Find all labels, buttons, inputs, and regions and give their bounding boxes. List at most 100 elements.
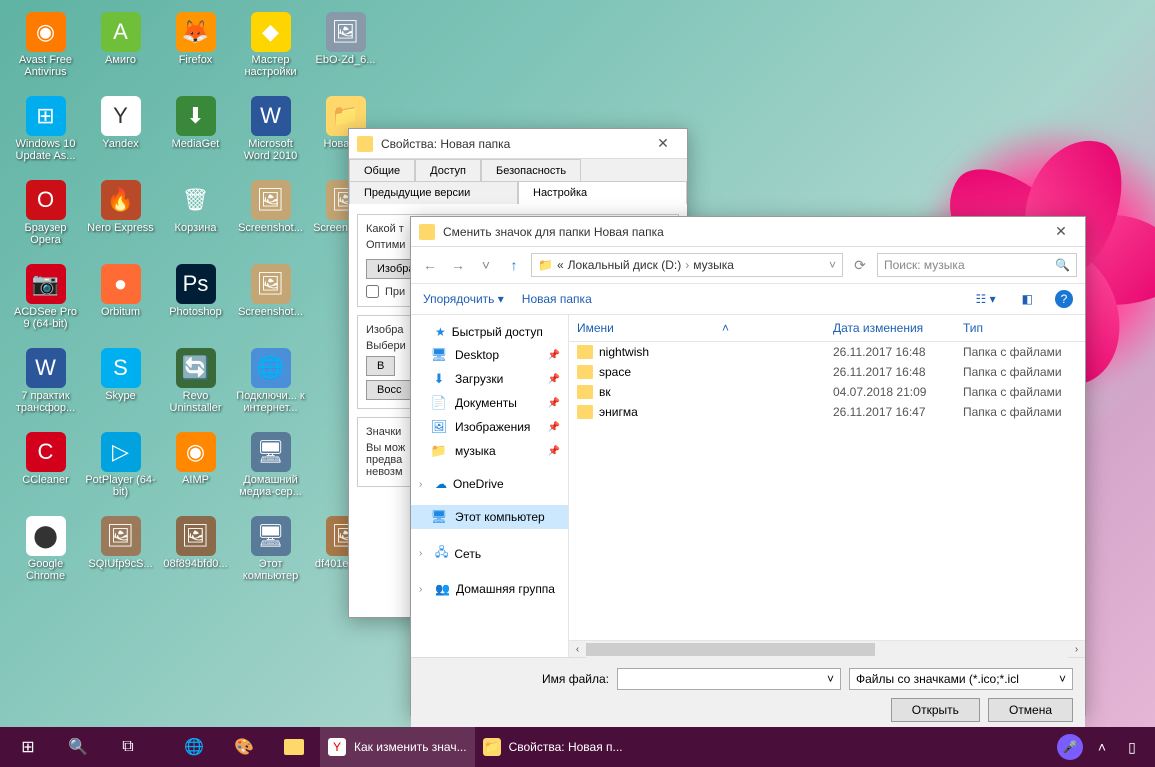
nav-item[interactable]: 🖥Desktop📌 [411, 343, 568, 367]
taskbar-app-globe[interactable]: 🌐 [170, 727, 218, 767]
prop-restore-button[interactable]: Восс [366, 380, 412, 400]
file-row[interactable]: nightwish26.11.2017 16:48Папка с файлами [569, 342, 1085, 362]
file-picker-window: Сменить значок для папки Новая папка ✕ ←… [410, 216, 1086, 716]
chevron-down-icon[interactable]: ˅ [829, 258, 836, 272]
address-bar[interactable]: 📁 « Локальный диск (D:) › музыка ˅ [531, 253, 843, 277]
taskbar-app-explorer[interactable] [270, 727, 318, 767]
search-icon[interactable]: 🔍 [54, 727, 102, 767]
desktop-icon[interactable]: 🖼08f894bfd0... [158, 512, 233, 596]
help-icon[interactable]: ? [1055, 290, 1073, 308]
open-button[interactable]: Открыть [891, 698, 980, 722]
desktop-icon[interactable]: 🖥Домашний медиа-сер... [233, 428, 308, 512]
desktop-icon[interactable]: ⊞Windows 10 Update As... [8, 92, 83, 176]
desktop-icon[interactable]: 🗑Корзина [158, 176, 233, 260]
app-icon: 🖼 [251, 180, 291, 220]
breadcrumb-disk[interactable]: Локальный диск (D:) [568, 258, 682, 272]
nav-item[interactable]: 📁музыка📌 [411, 439, 568, 463]
desktop-icon[interactable]: ◆Мастер настройки [233, 8, 308, 92]
desktop-icon[interactable]: 🔥Nero Express [83, 176, 158, 260]
desktop-icon[interactable]: ▷PotPlayer (64-bit) [83, 428, 158, 512]
desktop-icon[interactable]: 🦊Firefox [158, 8, 233, 92]
start-button[interactable]: ⊞ [4, 727, 52, 767]
scroll-left-icon[interactable]: ‹ [569, 641, 586, 658]
nav-up-icon[interactable]: ↑ [503, 254, 525, 276]
nav-back-icon[interactable]: ← [419, 254, 441, 276]
taskbar-app[interactable]: 📁Свойства: Новая п... [475, 727, 631, 767]
filetype-select[interactable]: Файлы со значками (*.ico;*.icl˅ [849, 668, 1073, 690]
tray-chevron-up-icon[interactable]: ˄ [1091, 736, 1113, 758]
file-name: space [599, 365, 833, 379]
app-icon: ◉ [26, 12, 66, 52]
cancel-button[interactable]: Отмена [988, 698, 1073, 722]
nav-forward-icon[interactable]: → [447, 254, 469, 276]
taskbar: ⊞ 🔍 ⧉ 🌐 🎨 YКак изменить знач...📁Свойства… [0, 727, 1155, 767]
breadcrumb-folder[interactable]: музыка [693, 258, 734, 272]
close-icon[interactable]: ✕ [1045, 220, 1077, 244]
prop-select-button[interactable]: В [366, 356, 395, 376]
tab-previous-versions[interactable]: Предыдущие версии [349, 181, 518, 204]
desktop-icon[interactable]: 🖼Screenshot... [233, 176, 308, 260]
desktop-icon[interactable]: ●Orbitum [83, 260, 158, 344]
desktop-icon[interactable]: ◉AIMP [158, 428, 233, 512]
desktop-icon[interactable]: OБраузер Opera [8, 176, 83, 260]
tab-security[interactable]: Безопасность [481, 159, 581, 182]
desktop-icon[interactable]: YYandex [83, 92, 158, 176]
nav-item[interactable]: ⬇Загрузки📌 [411, 367, 568, 391]
nav-recent-icon[interactable]: ˅ [475, 254, 497, 276]
column-date[interactable]: Дата изменения [833, 321, 963, 335]
column-name[interactable]: Имени ˄ [577, 321, 833, 335]
nav-quick-access[interactable]: ★Быстрый доступ [411, 321, 568, 343]
close-icon[interactable]: ✕ [647, 132, 679, 156]
desktop-icon[interactable]: 🖥Этот компьютер [233, 512, 308, 596]
nav-this-pc[interactable]: 🖥Этот компьютер [411, 505, 568, 529]
desktop-icon[interactable]: SSkype [83, 344, 158, 428]
horizontal-scrollbar[interactable]: ‹ › [569, 640, 1085, 657]
task-view-icon[interactable]: ⧉ [104, 727, 152, 767]
show-desktop[interactable]: ▯ [1121, 736, 1143, 758]
desktop-icon[interactable]: W7 практик трансфор... [8, 344, 83, 428]
taskbar-app-paint[interactable]: 🎨 [220, 727, 268, 767]
file-row[interactable]: энигма26.11.2017 16:47Папка с файлами [569, 402, 1085, 422]
nav-item[interactable]: 🖼Изображения📌 [411, 415, 568, 439]
desktop-icon-label: Revo Uninstaller [160, 390, 231, 414]
new-folder-button[interactable]: Новая папка [522, 292, 592, 306]
refresh-icon[interactable]: ⟳ [849, 254, 871, 276]
app-icon: ◉ [176, 432, 216, 472]
tab-general[interactable]: Общие [349, 159, 415, 182]
desktop-icon[interactable]: 🖼EbO-Zd_6... [308, 8, 383, 92]
desktop-icon[interactable]: 🔄Revo Uninstaller [158, 344, 233, 428]
nav-network[interactable]: ›🖧Сеть [411, 539, 568, 568]
desktop-icon[interactable]: ⬇MediaGet [158, 92, 233, 176]
desktop-icon[interactable]: 🖼Screenshot... [233, 260, 308, 344]
desktop-icon[interactable]: 🌐Подключи... к интернет... [233, 344, 308, 428]
desktop-icon[interactable]: WMicrosoft Word 2010 [233, 92, 308, 176]
search-input[interactable]: Поиск: музыка 🔍 [877, 253, 1077, 277]
view-mode-icon[interactable]: ☷ ▾ [972, 290, 1000, 308]
taskbar-app[interactable]: YКак изменить знач... [320, 727, 475, 767]
properties-titlebar[interactable]: Свойства: Новая папка ✕ [349, 129, 687, 159]
nav-homegroup[interactable]: ›👥Домашняя группа [411, 578, 568, 600]
scrollbar-thumb[interactable] [586, 643, 875, 656]
file-row[interactable]: space26.11.2017 16:48Папка с файлами [569, 362, 1085, 382]
desktop-icon[interactable]: PsPhotoshop [158, 260, 233, 344]
file-row[interactable]: вк04.07.2018 21:09Папка с файлами [569, 382, 1085, 402]
preview-pane-icon[interactable]: ◧ [1018, 290, 1037, 308]
desktop-icon[interactable]: ⬤Google Chrome [8, 512, 83, 596]
file-picker-titlebar[interactable]: Сменить значок для папки Новая папка ✕ [411, 217, 1085, 247]
desktop-icon[interactable]: 📷ACDSee Pro 9 (64-bit) [8, 260, 83, 344]
desktop-icon[interactable]: CCCleaner [8, 428, 83, 512]
nav-item[interactable]: 📄Документы📌 [411, 391, 568, 415]
nav-onedrive[interactable]: ›☁OneDrive [411, 473, 568, 495]
voice-icon[interactable]: 🎤 [1057, 734, 1083, 760]
scroll-right-icon[interactable]: › [1068, 641, 1085, 658]
tab-sharing[interactable]: Доступ [415, 159, 481, 182]
chevron-down-icon[interactable]: ˅ [827, 672, 834, 686]
filename-input[interactable]: ˅ [617, 668, 841, 690]
column-type[interactable]: Тип [963, 321, 1077, 335]
chevron-down-icon[interactable]: ˅ [1059, 672, 1066, 686]
organize-menu[interactable]: Упорядочить ▾ [423, 292, 504, 306]
tab-customize[interactable]: Настройка [518, 181, 687, 204]
desktop-icon[interactable]: ◉Avast Free Antivirus [8, 8, 83, 92]
desktop-icon[interactable]: 🖼SQIUfp9cS... [83, 512, 158, 596]
desktop-icon[interactable]: AАмиго [83, 8, 158, 92]
